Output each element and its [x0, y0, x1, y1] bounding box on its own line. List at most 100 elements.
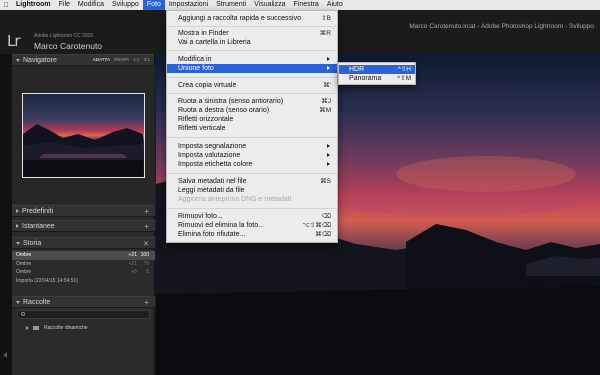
menu-item-label: Unione foto — [178, 65, 214, 72]
history-header[interactable]: Storia ✕ — [12, 237, 155, 249]
menu-impostazioni[interactable]: Impostazioni — [165, 0, 212, 10]
menu-strumenti[interactable]: Strumenti — [212, 0, 250, 10]
menu-lightroom[interactable]: Lightroom — [12, 0, 55, 10]
menu-item-remove-and-delete[interactable]: Rimuovi ed elimina la foto... ⌥⇧⌘⌫ — [167, 221, 337, 230]
user-name: Marco Carotenuto — [34, 41, 103, 51]
thumbnail-landscape — [23, 124, 143, 176]
menu-finestra[interactable]: Finestra — [290, 0, 323, 10]
menu-item-virtual-copy[interactable]: Crea copia virtuale ⌘' — [167, 81, 337, 90]
menu-item-label: Imposta segnalazione — [178, 143, 247, 150]
shortcut-label: ⌘M — [319, 107, 331, 114]
add-snapshot-icon[interactable]: + — [144, 222, 149, 231]
history-row[interactable]: Ombre +5 5 — [12, 268, 155, 277]
menu-item-panorama[interactable]: Panorama ^⇧M — [339, 74, 415, 83]
menu-file[interactable]: File — [55, 0, 74, 10]
menu-item-rotate-left[interactable]: Ruota a sinistra (senso antiorario) ⌘J — [167, 97, 337, 106]
menu-item-label: Imposta etichetta colore — [178, 161, 253, 168]
history-value: 5 — [146, 269, 149, 275]
zoom-options: ADATTA RIEMPI 1:1 3:1 — [93, 57, 150, 62]
presets-title: Predefiniti — [22, 207, 54, 215]
submenu-arrow-icon — [327, 153, 330, 157]
menu-bar:  Lightroom File Modifica Sviluppo Foto … — [0, 0, 600, 10]
search-icon — [21, 312, 25, 316]
menu-item-hdr[interactable]: HDR ^⇧H — [339, 65, 415, 74]
menu-item-rotate-right[interactable]: Ruota a destra (senso orario) ⌘M — [167, 106, 337, 115]
add-preset-icon[interactable]: + — [144, 207, 149, 216]
collections-header[interactable]: Raccolte + — [12, 296, 155, 308]
navigator-thumbnail[interactable] — [22, 93, 145, 178]
menu-item-label: Mostra in Finder — [178, 30, 229, 37]
zoom-fill[interactable]: RIEMPI — [114, 57, 130, 62]
menu-item-set-color-label[interactable]: Imposta etichetta colore — [167, 160, 337, 169]
history-row[interactable]: Ombre +21 100 — [12, 251, 155, 260]
collection-item[interactable]: Raccolte dinamiche — [17, 323, 150, 332]
zoom-1-1[interactable]: 1:1 — [133, 57, 139, 62]
navigator-header[interactable]: Navigatore ADATTA RIEMPI 1:1 3:1 — [12, 54, 154, 66]
menu-item-delete-rejected[interactable]: Elimina foto rifiutate... ⌘⌫ — [167, 230, 337, 239]
collapse-left-panel-icon[interactable] — [3, 352, 7, 358]
menu-separator — [167, 208, 337, 209]
menu-item-label: Rimuovi ed elimina la foto... — [178, 222, 264, 229]
menu-item-flip-vertical[interactable]: Rifletti verticale — [167, 124, 337, 133]
apple-logo-icon[interactable]:  — [0, 2, 12, 9]
menu-visualizza[interactable]: Visualizza — [250, 0, 289, 10]
menu-aiuto[interactable]: Aiuto — [323, 0, 347, 10]
shortcut-label: ⌘S — [320, 178, 331, 185]
menu-item-flip-horizontal[interactable]: Rifletti orizzontale — [167, 115, 337, 124]
menu-item-set-flag[interactable]: Imposta segnalazione — [167, 142, 337, 151]
menu-foto[interactable]: Foto — [142, 0, 165, 10]
menu-separator — [167, 93, 337, 94]
menu-item-edit-in[interactable]: Modifica in — [167, 55, 337, 64]
menu-item-add-quick-collection[interactable]: Aggiungi a raccolta rapida e successivo … — [167, 14, 337, 23]
navigator-panel — [12, 66, 155, 204]
zoom-fit[interactable]: ADATTA — [93, 57, 110, 62]
menu-item-remove-photo[interactable]: Rimuovi foto... ⌫ — [167, 212, 337, 221]
shortcut-label: ⌘⌫ — [315, 231, 331, 238]
menu-item-label: Imposta valutazione — [178, 152, 241, 159]
menu-item-label: Crea copia virtuale — [178, 82, 237, 89]
history-value: 100 — [140, 252, 149, 258]
snapshots-title: Istantanee — [22, 222, 55, 230]
close-icon[interactable]: ✕ — [143, 240, 149, 248]
menu-item-label: Vai a cartella in Libreria — [178, 39, 251, 46]
history-title: Storia — [23, 239, 42, 247]
expand-right-icon — [16, 209, 19, 213]
history-row[interactable]: Ombre +21 79 — [12, 260, 155, 269]
history-label: Ombre — [16, 260, 32, 267]
history-row[interactable]: Importa (22/04/15 14:54:51) — [12, 277, 155, 286]
menu-sviluppo[interactable]: Sviluppo — [108, 0, 143, 10]
menu-item-label: Ruota a sinistra (senso antiorario) — [178, 98, 284, 105]
window-title: Marco Carotenuto.lrcat - Adobe Photoshop… — [409, 23, 594, 30]
collections-search-input[interactable] — [17, 310, 150, 319]
shortcut-label: ⌘J — [321, 98, 331, 105]
shortcut-label: ⌘R — [319, 30, 331, 37]
menu-item-label: Rifletti orizzontale — [178, 116, 234, 123]
expand-down-icon — [16, 58, 20, 62]
menu-item-photo-merge[interactable]: Unione foto — [167, 64, 337, 73]
menu-item-read-metadata[interactable]: Leggi metadati da file — [167, 186, 337, 195]
photo-menu: Aggiungi a raccolta rapida e successivo … — [166, 10, 338, 243]
collections-section: Raccolte + Raccolte dinamiche — [12, 296, 155, 336]
menu-item-label: Ruota a destra (senso orario) — [178, 107, 270, 114]
menu-separator — [167, 137, 337, 138]
menu-item-label: HDR — [349, 66, 365, 73]
menu-modifica[interactable]: Modifica — [74, 0, 108, 10]
add-collection-icon[interactable]: + — [144, 298, 149, 307]
presets-header[interactable]: Predefiniti + — [12, 205, 155, 217]
expand-down-icon — [16, 300, 20, 304]
snapshots-section: Istantanee + — [12, 220, 155, 232]
menu-item-show-in-finder[interactable]: Mostra in Finder ⌘R — [167, 29, 337, 38]
snapshots-header[interactable]: Istantanee + — [12, 220, 155, 232]
expand-right-icon[interactable] — [26, 325, 29, 330]
menu-item-update-dng-preview: Aggiorna anteprima DNG e metadati — [167, 195, 337, 204]
menu-item-save-metadata[interactable]: Salva metadati nel file ⌘S — [167, 177, 337, 186]
menu-item-go-to-folder[interactable]: Vai a cartella in Libreria — [167, 38, 337, 47]
shortcut-label: ⌘' — [323, 82, 331, 89]
submenu-arrow-icon — [327, 66, 330, 70]
shortcut-label: ⇧B — [321, 15, 331, 22]
menu-item-set-rating[interactable]: Imposta valutazione — [167, 151, 337, 160]
menu-item-label: Modifica in — [178, 56, 212, 63]
zoom-3-1[interactable]: 3:1 — [144, 57, 150, 62]
smart-collection-icon — [33, 325, 39, 330]
collections-title: Raccolte — [23, 298, 51, 306]
